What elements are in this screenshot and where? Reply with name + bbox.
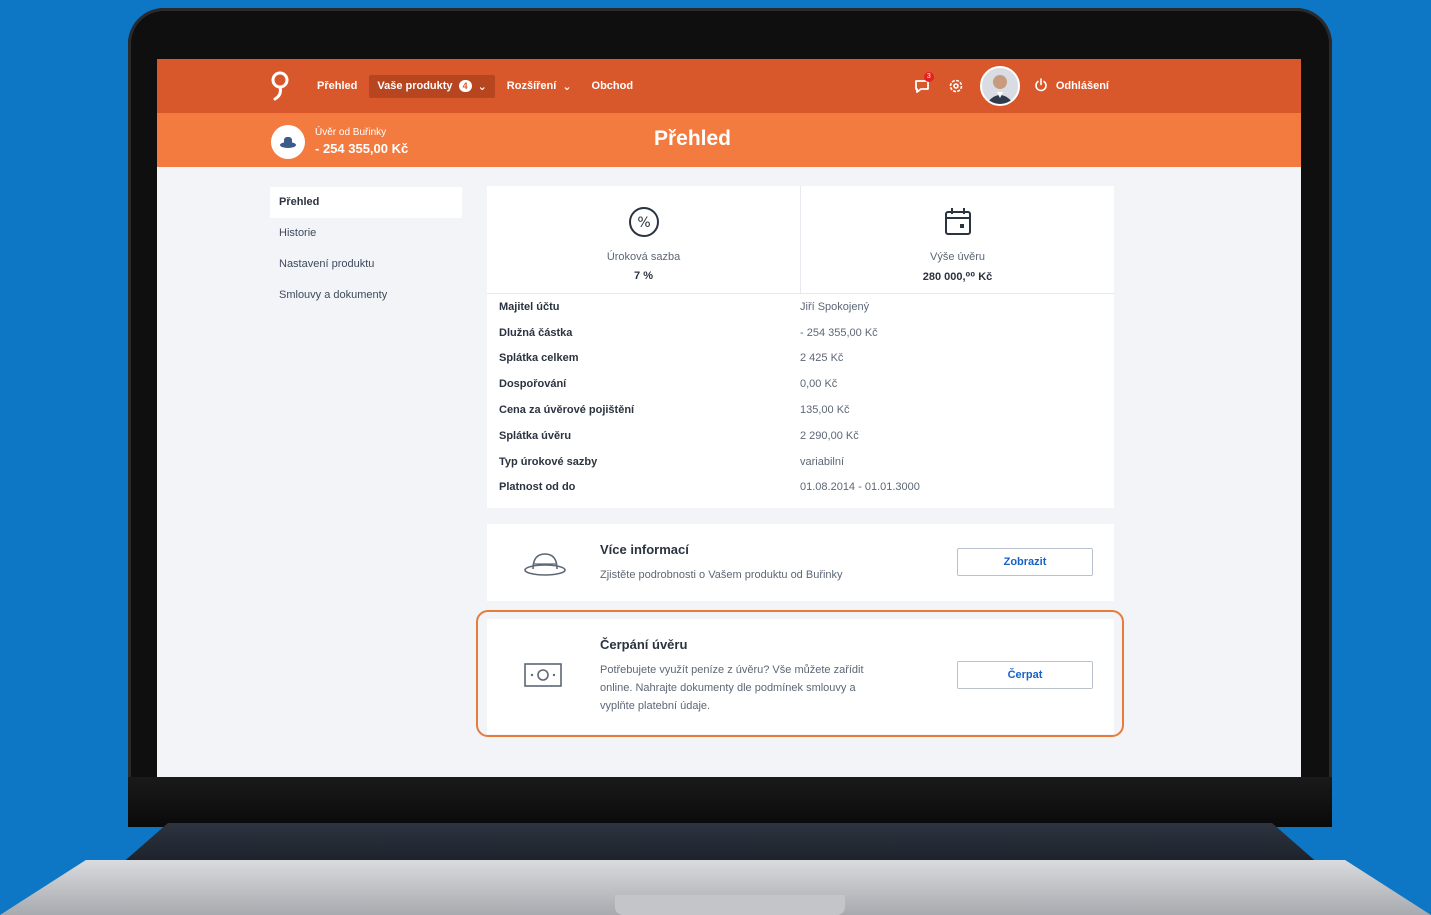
screen: Přehled Vaše produkty 4 ⌄ Rozšíření ⌄ Ob… [157, 59, 1301, 777]
laptop-base-notch [615, 895, 845, 915]
card-description-line: online. Nahrajte dokumenty dle podmínek … [600, 682, 856, 694]
svg-text:%: % [637, 215, 650, 231]
draw-loan-button[interactable]: Čerpat [957, 661, 1093, 689]
stat-value: 7 % [634, 270, 653, 282]
detail-label: Majitel účtu [499, 300, 560, 313]
detail-value: 0,00 Kč [800, 378, 838, 391]
detail-label: Splátka celkem [499, 352, 579, 365]
stat-value: 280 000,⁰⁰ Kč [922, 271, 993, 283]
logout-button[interactable]: Odhlášení [1034, 77, 1109, 95]
card-description: Zjistěte podrobnosti o Vašem produktu od… [600, 569, 843, 581]
detail-value: 2 425 Kč [800, 352, 844, 365]
page-title: Přehled [653, 127, 732, 150]
detail-value: Jiří Spokojený [800, 300, 870, 313]
calendar-icon [942, 206, 974, 243]
logo-icon[interactable] [269, 69, 291, 103]
loan-drawdown-card: Čerpání úvěru Potřebujete využít peníze … [487, 619, 1114, 734]
more-info-card: Více informací Zjistěte podrobnosti o Va… [487, 524, 1114, 601]
nav-item-obchod[interactable]: Obchod [584, 75, 642, 97]
main-nav: Přehled Vaše produkty 4 ⌄ Rozšíření ⌄ Ob… [309, 74, 641, 98]
table-row: Platnost od do 01.08.2014 - 01.01.3000 [487, 475, 1114, 501]
detail-label: Platnost od do [499, 481, 576, 494]
nav-item-vase-produkty[interactable]: Vaše produkty 4 ⌄ [369, 74, 495, 98]
table-row: Cena za úvěrové pojištění 135,00 Kč [487, 397, 1114, 423]
gear-icon[interactable] [946, 76, 966, 96]
nav-item-rozsireni[interactable]: Rozšíření ⌄ [499, 75, 580, 98]
nav-item-label: Obchod [591, 80, 634, 92]
detail-value: 2 290,00 Kč [800, 429, 859, 442]
sidebar-item-nastaveni-produktu[interactable]: Nastavení produktu [270, 249, 462, 280]
detail-value: variabilní [800, 455, 845, 468]
banknote-icon [523, 661, 563, 694]
sidebar-item-historie[interactable]: Historie [270, 218, 462, 249]
stat-loan-amount: Výše úvěru 280 000,⁰⁰ Kč [801, 186, 1114, 293]
products-count-badge: 4 [458, 80, 472, 92]
percent-icon: % [628, 206, 660, 243]
hat-icon [523, 548, 567, 583]
detail-label: Splátka úvěru [499, 429, 572, 442]
detail-label: Dospořování [499, 378, 567, 391]
details-table: Majitel účtu Jiří Spokojený Dlužná částk… [487, 293, 1114, 508]
logout-label: Odhlášení [1055, 80, 1109, 92]
card-description-line: Potřebujete využít peníze z úvěru? Vše m… [600, 664, 864, 676]
sidebar-item-smlouvy-a-dokumenty[interactable]: Smlouvy a dokumenty [270, 280, 462, 311]
table-row: Splátka úvěru 2 290,00 Kč [487, 423, 1114, 449]
detail-label: Cena za úvěrové pojištění [499, 404, 635, 417]
detail-label: Typ úrokové sazby [499, 455, 598, 468]
sidebar-item-prehled[interactable]: Přehled [270, 187, 462, 218]
laptop-keyboard [120, 823, 1320, 865]
notification-badge: 3 [923, 72, 934, 82]
detail-value: - 254 355,00 Kč [800, 326, 878, 339]
table-row: Dlužná částka - 254 355,00 Kč [487, 320, 1114, 346]
nav-item-label: Vaše produkty [377, 80, 453, 92]
stat-label: Výše úvěru [929, 251, 986, 263]
card-title: Čerpání úvěru [600, 637, 688, 652]
power-icon [1034, 77, 1048, 95]
show-button[interactable]: Zobrazit [957, 548, 1093, 576]
chat-icon[interactable]: 3 [912, 72, 934, 96]
table-row: Splátka celkem 2 425 Kč [487, 346, 1114, 372]
stats-card: % Úroková sazba 7 % Výše úvěru 280 000,⁰… [487, 186, 1114, 293]
table-row: Majitel účtu Jiří Spokojený [487, 294, 1114, 320]
sidebar: Přehled Historie Nastavení produktu Smlo… [270, 187, 462, 311]
avatar[interactable] [979, 66, 1020, 106]
nav-item-label: Rozšíření [506, 80, 557, 92]
laptop-hinge [128, 777, 1332, 827]
table-row: Dospořování 0,00 Kč [487, 371, 1114, 397]
table-row: Typ úrokové sazby variabilní [487, 449, 1114, 475]
nav-item-label: Přehled [317, 80, 358, 92]
chevron-down-icon: ⌄ [562, 80, 572, 93]
detail-value: 01.08.2014 - 01.01.3000 [800, 481, 920, 494]
chevron-down-icon: ⌄ [477, 80, 487, 93]
card-description-line: vyplňte platební údaje. [600, 700, 711, 712]
nav-item-prehled[interactable]: Přehled [309, 75, 365, 97]
stat-interest-rate: % Úroková sazba 7 % [487, 186, 801, 293]
detail-value: 135,00 Kč [800, 404, 850, 417]
stat-label: Úroková sazba [606, 251, 681, 263]
card-title: Více informací [600, 542, 689, 557]
nav-right: 3 Odhlášení [912, 66, 1109, 106]
detail-label: Dlužná částka [499, 326, 573, 339]
